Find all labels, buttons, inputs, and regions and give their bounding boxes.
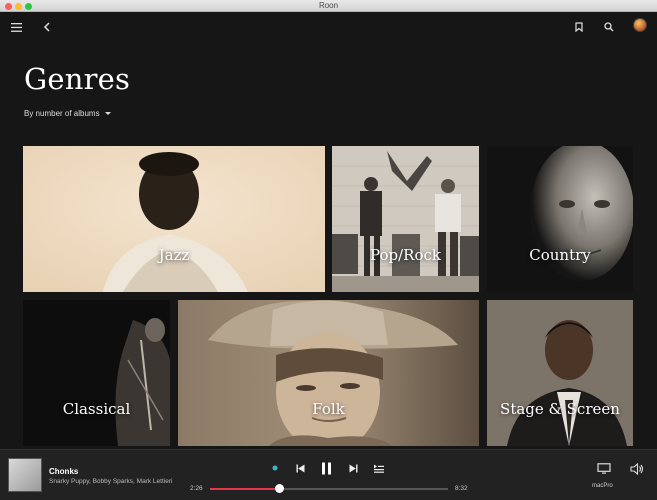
track-title[interactable]: Chonks bbox=[49, 467, 78, 476]
genre-tile-classical[interactable]: Classical bbox=[23, 300, 170, 446]
app-topbar bbox=[0, 12, 657, 42]
page-title: Genres bbox=[24, 62, 131, 96]
genre-tile-country[interactable]: Country bbox=[487, 146, 633, 292]
genre-label: Country bbox=[529, 246, 591, 264]
genre-photo-pop-rock bbox=[332, 146, 479, 292]
elapsed-time: 2:26 bbox=[190, 485, 203, 492]
radio-indicator-icon[interactable] bbox=[270, 461, 280, 475]
track-artist[interactable]: Snarky Puppy, Bobby Sparks, Mark Lettier… bbox=[49, 478, 172, 485]
genre-photo-classical bbox=[23, 300, 170, 446]
hamburger-icon[interactable] bbox=[8, 19, 24, 35]
window-titlebar: Roon bbox=[0, 0, 657, 12]
genre-tile-folk[interactable]: Folk bbox=[178, 300, 479, 446]
sort-dropdown-label: By number of albums bbox=[24, 109, 100, 118]
window-title: Roon bbox=[318, 1, 339, 10]
back-arrow-icon[interactable] bbox=[38, 19, 54, 35]
sort-dropdown[interactable]: By number of albums bbox=[24, 109, 111, 118]
genre-tile-jazz[interactable]: Jazz bbox=[23, 146, 325, 292]
genre-label: Classical bbox=[62, 400, 131, 418]
chevron-down-icon bbox=[104, 112, 111, 115]
queue-icon[interactable] bbox=[373, 461, 385, 475]
genre-tile-pop-rock[interactable]: Pop/Rock bbox=[332, 146, 479, 292]
zone-name[interactable]: macPro bbox=[592, 483, 613, 489]
previous-track-icon[interactable] bbox=[294, 461, 306, 475]
bookmark-icon[interactable] bbox=[571, 19, 587, 35]
genre-label: Jazz bbox=[158, 246, 190, 264]
genre-label: Stage & Screen bbox=[500, 400, 620, 418]
seek-handle[interactable] bbox=[275, 484, 285, 493]
total-duration: 8:32 bbox=[455, 485, 468, 492]
profile-avatar[interactable] bbox=[633, 18, 647, 32]
genre-photo-stage-screen bbox=[487, 300, 633, 446]
album-cover[interactable] bbox=[8, 458, 42, 492]
now-playing-bar: Chonks Snarky Puppy, Bobby Sparks, Mark … bbox=[0, 449, 657, 500]
genre-photo-jazz bbox=[23, 146, 325, 292]
genre-label: Pop/Rock bbox=[370, 246, 441, 264]
display-zone-icon[interactable] bbox=[596, 462, 612, 476]
genre-tile-stage-screen[interactable]: Stage & Screen bbox=[487, 300, 633, 446]
pause-icon[interactable] bbox=[319, 461, 333, 475]
genre-photo-country bbox=[487, 146, 633, 292]
next-track-icon[interactable] bbox=[347, 461, 359, 475]
genre-photo-folk bbox=[178, 300, 479, 446]
volume-icon[interactable] bbox=[629, 462, 645, 476]
genre-label: Folk bbox=[312, 400, 345, 418]
seek-slider[interactable] bbox=[210, 484, 448, 493]
seek-progress bbox=[210, 488, 280, 490]
search-icon[interactable] bbox=[601, 19, 617, 35]
